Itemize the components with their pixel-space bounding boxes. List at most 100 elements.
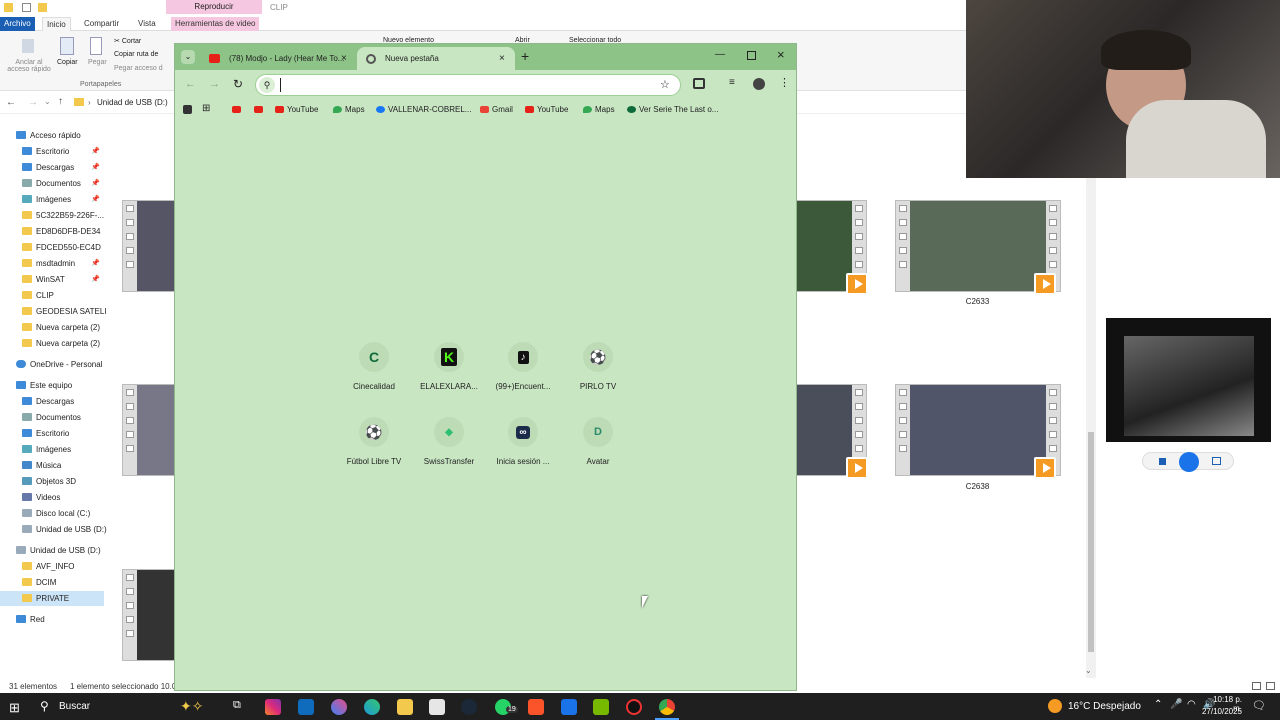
forward-arrow-icon[interactable]: → (209, 78, 220, 90)
nvidia-icon[interactable] (593, 699, 609, 715)
windows-start-icon[interactable]: ⊞ (9, 700, 20, 716)
nav-item[interactable]: Imágenes 📌 (22, 192, 104, 207)
recorder-icon[interactable] (626, 699, 642, 715)
bookmark-item[interactable]: Ver Serie The Last o... (627, 104, 718, 116)
bookmark-item[interactable]: Maps (333, 104, 365, 116)
shortcut-tile[interactable]: ∞ Inicia sesión ... (483, 417, 563, 466)
pegar-button[interactable]: Pegar (88, 59, 107, 66)
bookmark-item[interactable]: Maps (583, 104, 615, 116)
file-explorer-icon[interactable] (397, 699, 413, 715)
cortar-button[interactable]: ✂ Cortar (114, 37, 141, 45)
tab-archivo[interactable]: Archivo (0, 17, 35, 31)
tab-herramientas-video[interactable]: Herramientas de video (171, 17, 260, 31)
shortcut-tile[interactable]: ⚽ Fútbol Libre TV (334, 417, 414, 466)
scrollbar[interactable] (1086, 178, 1096, 678)
omnibox[interactable]: ⚲ ☆ (255, 74, 681, 96)
shortcut-tile[interactable]: C Cinecalidad (334, 342, 414, 391)
nav-item[interactable]: Descargas 📌 (22, 160, 104, 175)
nav-quick-access[interactable]: Acceso rápido (16, 128, 81, 143)
details-view-icon[interactable] (1252, 682, 1261, 690)
nav-network[interactable]: Red (16, 612, 45, 627)
bookmark-item[interactable] (232, 104, 244, 116)
nav-item[interactable]: Nueva carpeta (2) (22, 336, 100, 351)
weather-text[interactable]: 16°C Despejado (1068, 701, 1141, 712)
nav-this-pc[interactable]: Este equipo (16, 378, 72, 393)
nav-item[interactable]: CLIP (22, 288, 54, 303)
app-icon[interactable] (183, 105, 192, 114)
tab-youtube[interactable]: (78) Modjo - Lady (Hear Me To... × (201, 47, 355, 70)
nav-item[interactable]: Imágenes (22, 442, 71, 457)
new-tab-plus-icon[interactable]: + (521, 48, 529, 64)
new-folder-icon[interactable] (38, 3, 47, 12)
nav-item[interactable]: Escritorio 📌 (22, 144, 104, 159)
nav-item-selected[interactable]: PRIVATE (0, 591, 104, 606)
nav-item[interactable]: msdtadmin 📌 (22, 256, 104, 271)
pegar-acceso-button[interactable]: Pegar acceso d (114, 65, 163, 72)
close-window-icon[interactable]: × (777, 47, 785, 62)
tab-compartir[interactable]: Compartir (80, 17, 123, 31)
video-thumbnail[interactable] (122, 569, 182, 661)
shortcut-tile[interactable]: ◆ SwissTransfer (409, 417, 489, 466)
close-tab-icon[interactable]: × (499, 47, 505, 70)
nav-item[interactable]: Unidad de USB (D:) (22, 522, 107, 537)
task-view-icon[interactable]: ⧉ (233, 699, 241, 712)
back-arrow-icon[interactable]: ← (185, 78, 196, 90)
maximize-icon[interactable] (747, 51, 756, 60)
outlook-icon[interactable] (298, 699, 314, 715)
steam-icon[interactable] (461, 699, 477, 715)
video-thumbnail[interactable] (122, 384, 182, 476)
copiar-button[interactable]: Copiar (57, 59, 78, 66)
video-thumbnail[interactable] (790, 200, 868, 295)
bookmark-star-icon[interactable]: ☆ (660, 78, 670, 91)
shortcut-tile[interactable]: ⚽ PIRLO TV (558, 342, 638, 391)
anclar-button[interactable]: Anclar al acceso rápido (6, 59, 52, 73)
video-thumbnail[interactable] (122, 200, 182, 292)
tiles-view-icon[interactable] (1266, 682, 1275, 690)
nav-item[interactable]: Escritorio (22, 426, 69, 441)
media-controls-icon[interactable]: ≡ (729, 77, 735, 88)
notification-icon[interactable]: 🗨 (1252, 699, 1266, 712)
up-arrow-icon[interactable]: ↑ (58, 96, 63, 107)
properties-icon[interactable] (22, 3, 31, 12)
nav-item[interactable]: Nueva carpeta (2) (22, 320, 100, 335)
stop-button[interactable] (1159, 458, 1166, 465)
chrome-icon[interactable] (659, 699, 675, 715)
shortcut-tile[interactable]: D Avatar (558, 417, 638, 466)
bookmark-item[interactable]: YouTube (525, 104, 568, 116)
omnibox-input[interactable] (280, 78, 650, 92)
nav-item[interactable]: Disco local (C:) (22, 506, 90, 521)
wifi-icon[interactable]: ◠ (1187, 699, 1196, 710)
nav-item[interactable]: 5C322B59-226F-... (22, 208, 104, 223)
play-button[interactable] (1179, 452, 1199, 472)
address-breadcrumb[interactable]: Unidad de USB (D:) (97, 98, 168, 107)
microphone-icon[interactable]: 🎤 (1170, 699, 1182, 710)
edge-icon[interactable] (364, 699, 380, 715)
nav-item[interactable]: Objetos 3D (22, 474, 76, 489)
bookmark-item[interactable]: YouTube (275, 104, 318, 116)
tab-new-tab[interactable]: Nueva pestaña × (357, 47, 515, 70)
forward-arrow-icon[interactable]: → (28, 97, 38, 108)
bookmark-item[interactable] (254, 104, 266, 116)
nav-item[interactable]: GEODESIA SATELITA (22, 304, 106, 319)
extensions-icon[interactable] (693, 78, 705, 89)
tab-vista[interactable]: Vista (134, 17, 160, 31)
instagram-icon[interactable] (265, 699, 281, 715)
nav-item[interactable]: DCIM (22, 575, 56, 590)
shortcut-tile[interactable]: K ELALEXLARA... (409, 342, 489, 391)
recent-chevron-icon[interactable]: ⌄ (44, 97, 51, 106)
video-thumbnail[interactable] (895, 200, 1061, 295)
reproducir-context-tab[interactable]: Reproducir (166, 0, 262, 14)
clock-date[interactable]: 27/10/2025 (1198, 707, 1242, 716)
open-player-icon[interactable] (1212, 457, 1221, 465)
shortcut-tile[interactable]: ♪ (99+)Encuent... (483, 342, 563, 391)
nav-usb[interactable]: Unidad de USB (D:) (16, 543, 101, 558)
store-icon[interactable] (429, 699, 445, 715)
nav-item[interactable]: AVF_INFO (22, 559, 75, 574)
back-arrow-icon[interactable]: ← (6, 97, 16, 108)
nav-item[interactable]: Documentos 📌 (22, 176, 104, 191)
taskbar-search-box[interactable]: Buscar (59, 701, 90, 712)
tab-search-chevron-icon[interactable]: ⌄ (181, 50, 195, 64)
reload-icon[interactable]: ↻ (233, 77, 243, 91)
bookmark-item[interactable]: Gmail (480, 104, 513, 116)
copilot-icon[interactable] (331, 699, 347, 715)
